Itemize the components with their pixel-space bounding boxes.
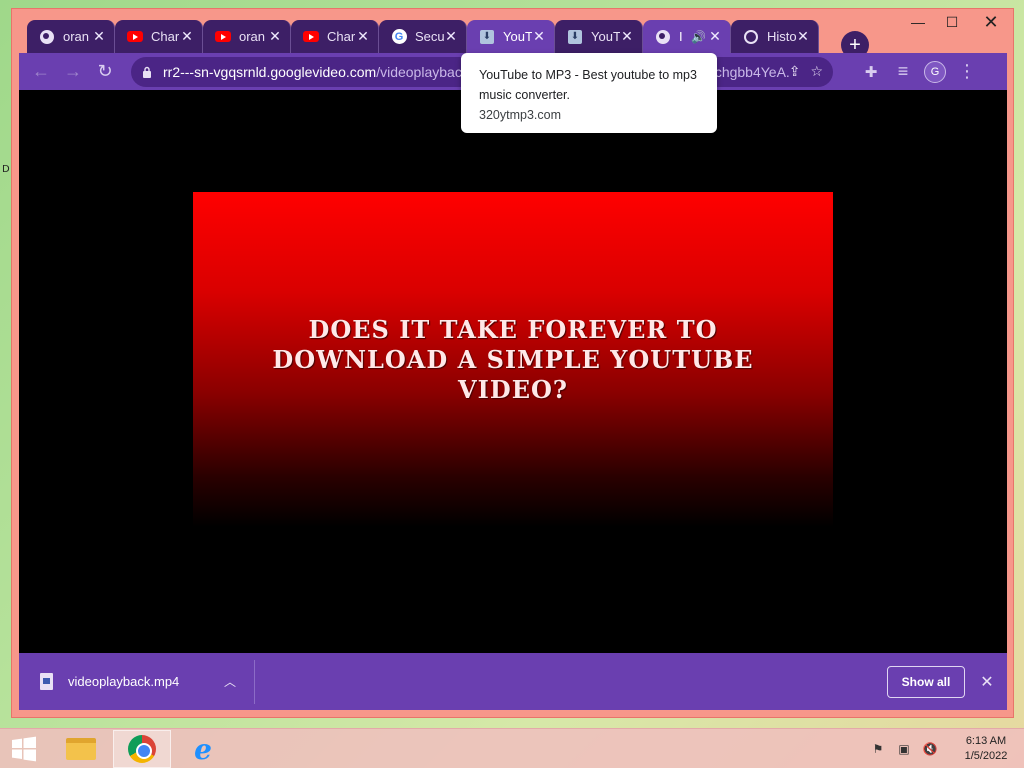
taskbar: e ⚑ ▣ 🔇 6:13 AM 1/5/2022 <box>0 728 1024 768</box>
url-tail: chgbb4YeA... <box>714 63 789 80</box>
tab-9[interactable]: Histo ✕ <box>731 20 819 53</box>
desktop-icon-label: D <box>2 164 10 175</box>
chevron-up-icon[interactable]: ︿ <box>218 673 242 690</box>
share-icon[interactable]: ⇪ <box>789 63 801 80</box>
download-bar: videoplayback.mp4 ︿ Show all ✕ <box>19 653 1007 710</box>
minimize-button[interactable]: — <box>901 9 935 35</box>
file-explorer-taskbar-button[interactable] <box>52 730 110 768</box>
action-center-flag-icon[interactable]: ⚑ <box>870 742 886 756</box>
maximize-button[interactable]: ☐ <box>935 9 969 35</box>
start-button[interactable] <box>10 735 38 763</box>
tab-close-icon[interactable]: ✕ <box>708 28 722 45</box>
tab-5[interactable]: G Secu ✕ <box>379 20 467 53</box>
tab-4[interactable]: Char ✕ <box>291 20 379 53</box>
video-frame-text: Does it take forever to download a simpl… <box>272 314 754 404</box>
download-file-name: videoplayback.mp4 <box>68 674 180 689</box>
tab-close-icon[interactable]: ✕ <box>92 28 106 45</box>
extensions-icon[interactable]: ✚ <box>855 56 887 88</box>
folder-icon <box>66 738 96 760</box>
clock-date: 1/5/2022 <box>964 750 1008 762</box>
tab-close-icon[interactable]: ✕ <box>444 28 458 45</box>
back-button[interactable]: ← <box>25 56 57 88</box>
chrome-icon <box>128 735 156 763</box>
tooltip-host: 320ytmp3.com <box>479 108 561 122</box>
tab-title: Secu <box>415 29 444 44</box>
tab-close-icon[interactable]: ✕ <box>356 28 370 45</box>
chrome-taskbar-button[interactable] <box>113 730 171 768</box>
star-icon[interactable]: ☆ <box>810 63 823 80</box>
tab-7[interactable]: ⬇ YouT ✕ <box>555 20 643 53</box>
reload-button[interactable]: ↻ <box>89 56 121 88</box>
forward-button[interactable]: → <box>57 56 89 88</box>
globe-icon <box>655 29 671 45</box>
tab-8[interactable]: I 🔊 ✕ <box>643 20 731 53</box>
tab-title: Histo <box>767 29 796 44</box>
volume-muted-icon[interactable]: 🔇 <box>922 742 938 756</box>
tab-close-icon[interactable]: ✕ <box>796 28 810 45</box>
show-all-button[interactable]: Show all <box>887 665 965 698</box>
tab-close-icon[interactable]: ✕ <box>532 28 546 45</box>
close-download-bar-icon[interactable]: ✕ <box>975 672 999 692</box>
tab-title: oran <box>63 29 90 44</box>
avatar: G <box>924 60 946 83</box>
file-icon <box>40 673 53 690</box>
tab-close-icon[interactable]: ✕ <box>268 28 282 45</box>
youtube-icon <box>215 29 231 45</box>
internet-explorer-taskbar-button[interactable]: e <box>174 730 232 768</box>
media-controls-icon[interactable]: ≡ <box>887 56 919 88</box>
tab-3[interactable]: oran ✕ <box>203 20 291 53</box>
profile-button[interactable]: G <box>919 56 951 88</box>
tab-title: I <box>679 29 683 44</box>
google-icon: G <box>391 29 407 45</box>
page-content[interactable]: Does it take forever to download a simpl… <box>19 90 1007 653</box>
internet-explorer-icon: e <box>194 732 212 766</box>
tab-close-icon[interactable]: ✕ <box>620 28 634 45</box>
window-controls: — ☐ ✕ <box>901 9 1013 35</box>
windows-logo-icon <box>12 736 36 762</box>
globe-icon <box>39 29 55 45</box>
omnibox-actions: ⇪ ☆ <box>789 63 823 80</box>
tab-1[interactable]: oran ✕ <box>27 20 115 53</box>
tab-title: YouT <box>503 29 532 44</box>
download-icon: ⬇ <box>567 29 583 45</box>
tab-title: Char <box>151 29 180 44</box>
youtube-icon <box>127 29 143 45</box>
tab-title: YouT <box>591 29 620 44</box>
tab-2[interactable]: Char ✕ <box>115 20 203 53</box>
clock-time: 6:13 AM <box>965 735 1007 747</box>
download-icon: ⬇ <box>479 29 495 45</box>
video-player[interactable]: Does it take forever to download a simpl… <box>193 192 833 527</box>
lock-icon <box>141 66 153 78</box>
url-path: /videoplayback <box>376 63 469 80</box>
tab-title: oran <box>239 29 266 44</box>
menu-icon[interactable]: ⋮ <box>951 56 983 88</box>
url-host: rr2---sn-vgqsrnld.googlevideo.com <box>163 63 377 80</box>
history-icon <box>743 29 759 45</box>
tab-close-icon[interactable]: ✕ <box>180 28 194 45</box>
download-item[interactable]: videoplayback.mp4 ︿ <box>19 659 255 704</box>
tab-6-active[interactable]: ⬇ YouT ✕ <box>467 20 555 53</box>
youtube-icon <box>303 29 319 45</box>
tab-hover-tooltip: YouTube to MP3 - Best youtube to mp3 mus… <box>461 53 717 133</box>
close-window-button[interactable]: ✕ <box>969 9 1013 35</box>
speaker-icon[interactable]: 🔊 <box>691 30 708 44</box>
clock[interactable]: 6:13 AM 1/5/2022 <box>948 734 1024 764</box>
network-icon[interactable]: ▣ <box>896 742 912 756</box>
system-tray: ⚑ ▣ 🔇 6:13 AM 1/5/2022 <box>870 729 1024 768</box>
tab-title: Char <box>327 29 356 44</box>
tooltip-title: YouTube to MP3 - Best youtube to mp3 mus… <box>479 68 697 102</box>
tab-strip: oran ✕ Char ✕ oran ✕ Char ✕ G Secu ✕ ⬇ Y… <box>27 20 819 53</box>
